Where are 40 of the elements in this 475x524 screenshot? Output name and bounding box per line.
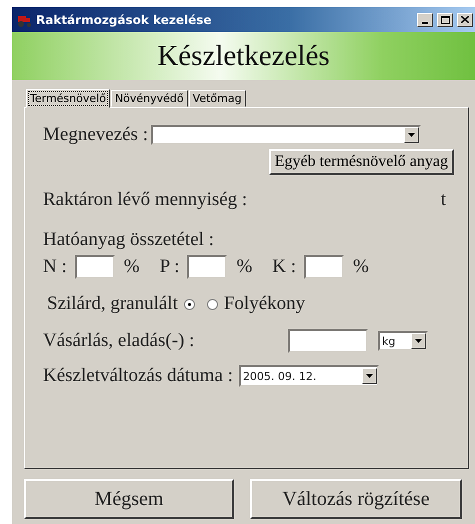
nutrient-input[interactable] [187,255,228,279]
window-title: Raktármozgások kezelése [36,12,212,26]
section-label: Hatóanyag összetétel : [43,229,214,251]
maximize-button[interactable] [437,12,453,26]
unit-label: t [440,189,446,211]
tab[interactable]: Vetőmag [188,90,246,107]
percent-label: % [124,256,140,278]
nutrient-label: N : [43,256,67,278]
close-icon [461,16,469,23]
radio-button[interactable] [184,298,195,310]
close-button[interactable] [457,12,473,26]
save-button[interactable]: Változás rögzítése [250,479,462,519]
cancel-button[interactable]: Mégsem [24,479,234,519]
nutrient-label: K : [272,256,296,278]
header-title: Készletkezelés [157,40,330,72]
caret-icon [408,133,415,137]
name-dropdown[interactable] [150,125,421,145]
percent-label: % [236,256,252,278]
field-label: Vásárlás, eladás(-) : [43,330,194,352]
nutrient-label: P : [160,256,180,278]
caret-icon [366,374,373,378]
nutrient-input[interactable] [304,255,344,279]
maximize-icon [440,16,450,24]
nutrient-input[interactable] [74,255,115,279]
other-material-button[interactable]: Egyéb termésnövelő anyag [268,149,454,175]
percent-label: % [353,256,369,278]
unit-dropdown[interactable]: kg [378,331,428,351]
tab[interactable]: Növényvédő [110,90,188,107]
radio-label: Szilárd, granulált [47,293,178,315]
quantity-input[interactable] [288,329,368,353]
minimize-button[interactable] [417,12,433,26]
radio-label: Folyékony [224,293,306,315]
radio-button[interactable] [206,298,218,310]
date-dropdown[interactable]: 2005. 09. 12. [238,365,379,387]
field-label: Raktáron lévő mennyiség : [43,189,248,211]
field-label: Készletváltozás dátuma : [43,365,233,387]
tab[interactable]: Termésnövelő [26,89,110,108]
caret-icon [415,339,422,343]
field-label: Megnevezés : [43,124,148,146]
minimize-icon [422,22,428,24]
